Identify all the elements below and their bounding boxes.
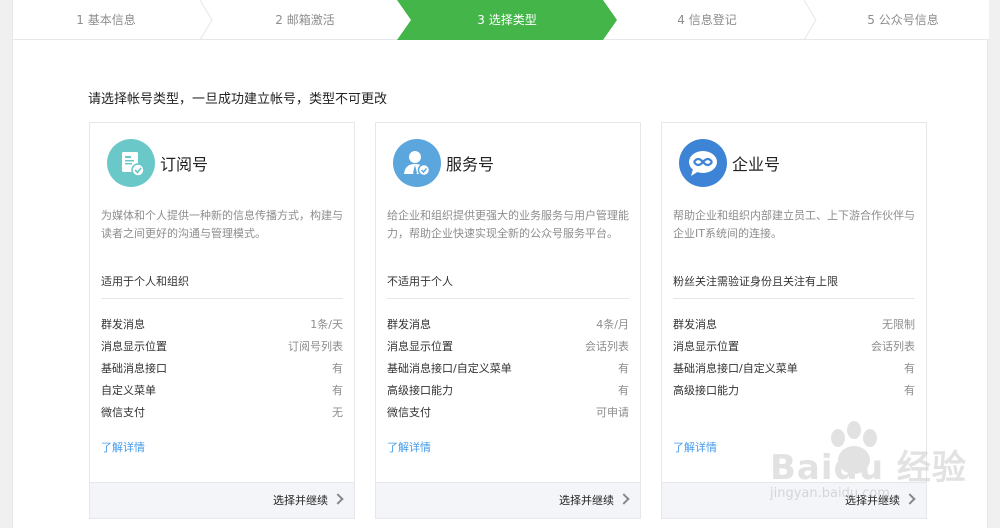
watermark-text: Baidu 经验	[770, 448, 967, 488]
select-continue-button[interactable]: 选择并继续	[559, 483, 630, 519]
step-1: 1 基本信息	[76, 13, 136, 27]
feature-row: 微信支付无	[101, 406, 343, 419]
card-description: 帮助企业和组织内部建立员工、上下游合作伙伴与企业IT系统间的连接。	[673, 209, 915, 240]
feature-row: 基础消息接口/自定义菜单有	[387, 362, 629, 375]
account-type-card-service[interactable]: 服务号 给企业和组织提供更强大的业务服务与用户管理能力，帮助企业快速实现全新的公…	[375, 122, 641, 519]
card-footer: 选择并继续	[90, 482, 354, 518]
chevron-right-icon	[332, 493, 344, 505]
step-separator	[199, 0, 213, 40]
chevron-right-icon	[618, 493, 630, 505]
feature-row: 消息显示位置 会话列表	[673, 340, 915, 353]
card-applicability: 不适用于个人	[387, 273, 629, 299]
feature-row: 群发消息 4条/月	[387, 318, 629, 331]
step-4: 4 信息登记	[677, 13, 737, 27]
subscription-icon	[107, 139, 155, 187]
select-continue-button[interactable]: 选择并继续	[273, 483, 344, 519]
step-3-active: 3 选择类型	[397, 0, 617, 40]
card-description: 给企业和组织提供更强大的业务服务与用户管理能力，帮助企业快速实现全新的公众号服务…	[387, 209, 629, 240]
learn-more-link[interactable]: 了解详情	[387, 439, 431, 455]
watermark-url: jingyan.baidu.com	[770, 486, 890, 501]
feature-row: 群发消息 无限制	[673, 318, 915, 331]
feature-row: 消息显示位置 订阅号列表	[101, 340, 343, 353]
card-title: 订阅号	[160, 155, 209, 174]
feature-row: 高级接口能力有	[387, 384, 629, 397]
enterprise-icon	[679, 139, 727, 187]
service-icon	[393, 139, 441, 187]
card-title: 服务号	[446, 155, 495, 174]
feature-row: 群发消息 1条/天	[101, 318, 343, 331]
card-title: 企业号	[732, 155, 781, 174]
step-2: 2 邮箱激活	[275, 13, 335, 27]
learn-more-link[interactable]: 了解详情	[101, 439, 145, 455]
feature-row: 自定义菜单有	[101, 384, 343, 397]
feature-row: 基础消息接口有	[101, 362, 343, 375]
card-applicability: 粉丝关注需验证身份且关注有上限	[673, 273, 915, 299]
intro-text: 请选择帐号类型，一旦成功建立帐号，类型不可更改	[88, 92, 388, 107]
feature-row: 基础消息接口/自定义菜单有	[673, 362, 915, 375]
card-description: 为媒体和个人提供一种新的信息传播方式，构建与读者之间更好的沟通与管理模式。	[101, 209, 343, 240]
feature-row: 消息显示位置 会话列表	[387, 340, 629, 353]
feature-row: 微信支付 可申请	[387, 406, 629, 419]
learn-more-link[interactable]: 了解详情	[673, 439, 717, 455]
step-5: 5 公众号信息	[867, 13, 939, 27]
feature-row: 高级接口能力有	[673, 384, 915, 397]
baidu-watermark: Baidu 经验 jingyan.baidu.com	[760, 420, 1000, 528]
step-separator	[803, 0, 817, 40]
card-applicability: 适用于个人和组织	[101, 273, 343, 299]
step-progress-bar: 1 基本信息 2 邮箱激活 3 选择类型 4 信息登记 5 公众号信息	[13, 0, 989, 40]
account-type-card-subscription[interactable]: 订阅号 为媒体和个人提供一种新的信息传播方式，构建与读者之间更好的沟通与管理模式…	[89, 122, 355, 519]
card-footer: 选择并继续	[376, 482, 640, 518]
